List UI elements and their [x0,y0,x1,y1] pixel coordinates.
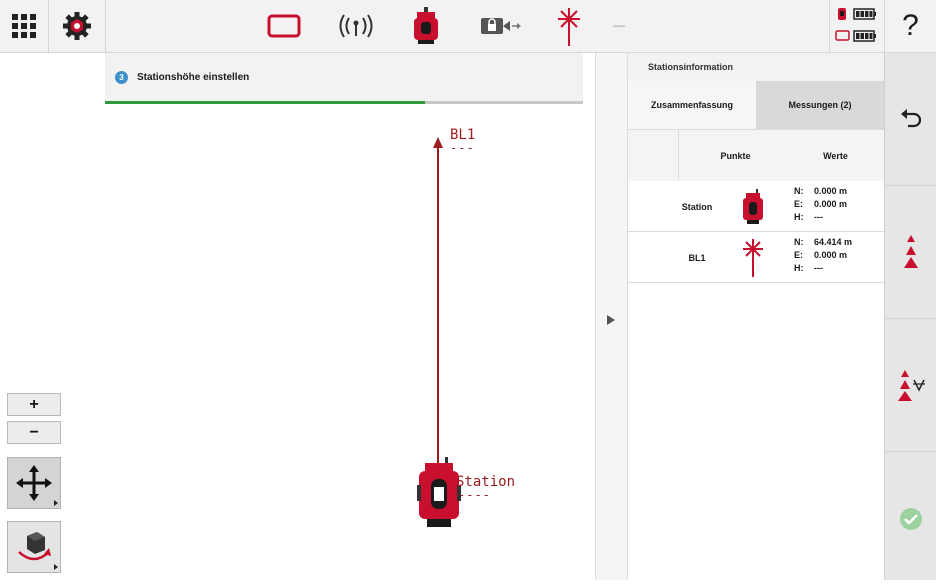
row-values: N: 64.414 m E: 0.000 m H: --- [794,237,853,273]
row-name: BL1 [688,252,706,263]
check-circle-icon [900,507,922,530]
column-header-values: Werte [823,151,848,161]
table-header: Punkte Werte [628,129,884,182]
table-row[interactable]: BL1 N: 64.414 m E: 0.000 m H: --- [628,232,884,283]
map-station-sublabel: ---- [458,488,491,502]
step-title: Stationshöhe einstellen [137,72,250,83]
row-values: N: 0.000 m E: 0.000 m H: --- [794,186,848,222]
triangle-points-icon [904,235,918,268]
confirm-button[interactable] [885,452,936,585]
measure-points-button[interactable] [885,186,936,319]
rotate-cube-icon [18,532,51,561]
table-row[interactable]: Station N: 0.000 m E: 0.000 m H: --- [628,181,884,232]
pan-tool-button[interactable] [7,457,61,509]
station-info-panel: Stationsinformation Zusammenfassung Mess… [628,53,884,580]
step-number-badge: 3 [115,71,128,84]
radio-signal-icon[interactable] [334,0,378,52]
total-station-icon [742,189,764,230]
map-canvas[interactable]: BL1 --- Station ---- 5m + − [0,53,616,580]
measure-angle-button[interactable] [885,319,936,452]
step-header: 3 Stationshöhe einstellen [105,53,583,101]
zoom-out-button[interactable]: − [7,421,61,444]
expand-arrow-icon [607,315,615,325]
right-action-bar [884,53,936,580]
panel-collapse-strip[interactable] [595,53,628,580]
device-battery-status [834,6,880,46]
camera-lock-icon[interactable] [478,0,524,52]
step-progress-bar [105,101,583,104]
tablet-icon[interactable] [262,0,306,52]
step-progress-fill [105,101,426,104]
tab-measurements[interactable]: Messungen (2) [756,81,884,129]
settings-gear-icon[interactable] [49,0,105,52]
map-point-sublabel: --- [450,141,475,155]
tab-summary[interactable]: Zusammenfassung [628,81,756,129]
map-station-icon[interactable] [417,457,461,534]
row-name: Station [681,201,713,212]
zoom-in-button[interactable]: + [7,393,61,416]
panel-title: Stationsinformation [628,53,884,81]
move-arrows-icon [16,465,52,501]
view-3d-button[interactable] [7,521,61,573]
apps-grid-icon[interactable] [0,0,48,52]
laser-target-icon [742,238,764,283]
column-header-points: Punkte [720,151,751,161]
status-dash: — [613,18,625,32]
help-button[interactable]: ? [885,0,936,52]
total-station-icon[interactable] [404,0,448,52]
top-toolbar: — ? [0,0,936,53]
undo-button[interactable] [885,53,936,186]
undo-icon [901,109,922,128]
triangle-angle-icon [898,370,925,401]
laser-target-icon[interactable] [552,0,586,52]
